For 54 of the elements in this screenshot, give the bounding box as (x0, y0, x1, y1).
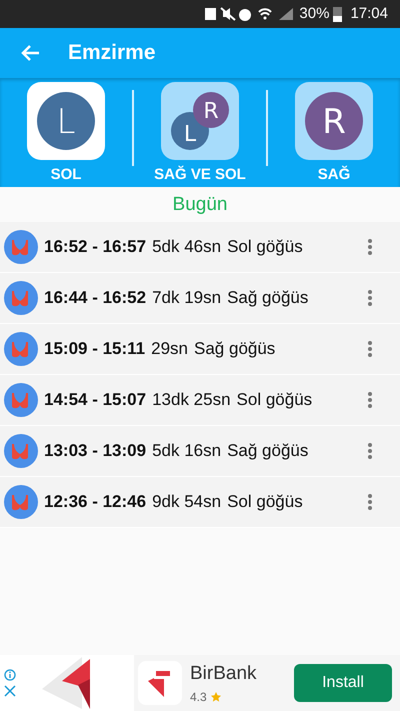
right-circle-icon: R (305, 92, 363, 150)
clock-time: 17:04 (350, 4, 388, 24)
bra-icon (4, 332, 38, 366)
session-side: Sağ göğüs (227, 440, 308, 462)
session-row[interactable]: 14:54 - 15:07 13dk 25sn Sol göğüs (0, 374, 400, 426)
app-icon (138, 661, 182, 705)
screen-title: Emzirme (68, 40, 156, 66)
app-rating: 4.3 (190, 689, 207, 706)
session-duration: 29sn (151, 338, 188, 360)
bra-icon (4, 484, 38, 518)
more-menu-icon[interactable] (368, 392, 372, 408)
session-row[interactable]: 16:44 - 16:52 7dk 19sn Sağ göğüs (0, 272, 400, 324)
session-side: Sol göğüs (236, 388, 312, 411)
more-menu-icon[interactable] (368, 290, 372, 306)
session-row[interactable]: 13:03 - 13:09 5dk 16sn Sağ göğüs (0, 426, 400, 476)
session-time-range: 13:03 - 13:09 (44, 440, 146, 462)
bra-icon (4, 230, 38, 264)
session-duration: 5dk 16sn (152, 440, 222, 462)
bra-icon (4, 434, 38, 468)
session-duration: 7dk 19sn (152, 286, 222, 309)
session-side: Sol göğüs (227, 490, 303, 513)
session-time-range: 16:52 - 16:57 (44, 236, 146, 258)
side-option[interactable]: L SOL (0, 78, 132, 187)
session-side: Sağ göğüs (194, 338, 276, 360)
more-menu-icon[interactable] (368, 238, 372, 254)
star-icon (210, 692, 221, 702)
session-row[interactable]: 15:09 - 15:11 29sn Sağ göğüs (0, 324, 400, 374)
session-time-range: 14:54 - 15:07 (44, 388, 146, 411)
session-time-range: 15:09 - 15:11 (44, 338, 146, 360)
session-side: Sol göğüs (227, 236, 303, 258)
session-duration: 5dk 46sn (152, 236, 222, 258)
info-icon[interactable] (4, 669, 16, 681)
install-button[interactable]: Install (294, 664, 392, 702)
battery-percent: 30% (299, 4, 330, 24)
session-row[interactable]: 12:36 - 12:46 9dk 54sn Sol göğüs (0, 476, 400, 528)
app-name: BirBank (190, 662, 257, 686)
back-arrow-icon[interactable] (20, 44, 40, 62)
session-duration: 13dk 25sn (152, 388, 231, 411)
session-row[interactable]: 16:52 - 16:57 5dk 46sn Sol göğüs (0, 222, 400, 272)
close-icon[interactable] (4, 685, 16, 697)
more-menu-icon[interactable] (368, 494, 372, 510)
bra-icon (4, 382, 38, 416)
battery-icon (333, 6, 342, 22)
section-title: Bugün (172, 193, 228, 217)
session-duration: 9dk 54sn (152, 490, 222, 513)
session-side: Sağ göğüs (227, 286, 308, 309)
left-circle-icon: L (37, 92, 95, 150)
more-menu-icon[interactable] (368, 442, 372, 458)
session-time-range: 16:44 - 16:52 (44, 286, 146, 309)
bra-icon (4, 280, 38, 314)
more-menu-icon[interactable] (368, 340, 372, 356)
side-option[interactable]: R SAĞ (268, 78, 400, 187)
session-time-range: 12:36 - 12:46 (44, 490, 146, 513)
side-option[interactable]: L R SAĞ VE SOL (134, 78, 266, 187)
